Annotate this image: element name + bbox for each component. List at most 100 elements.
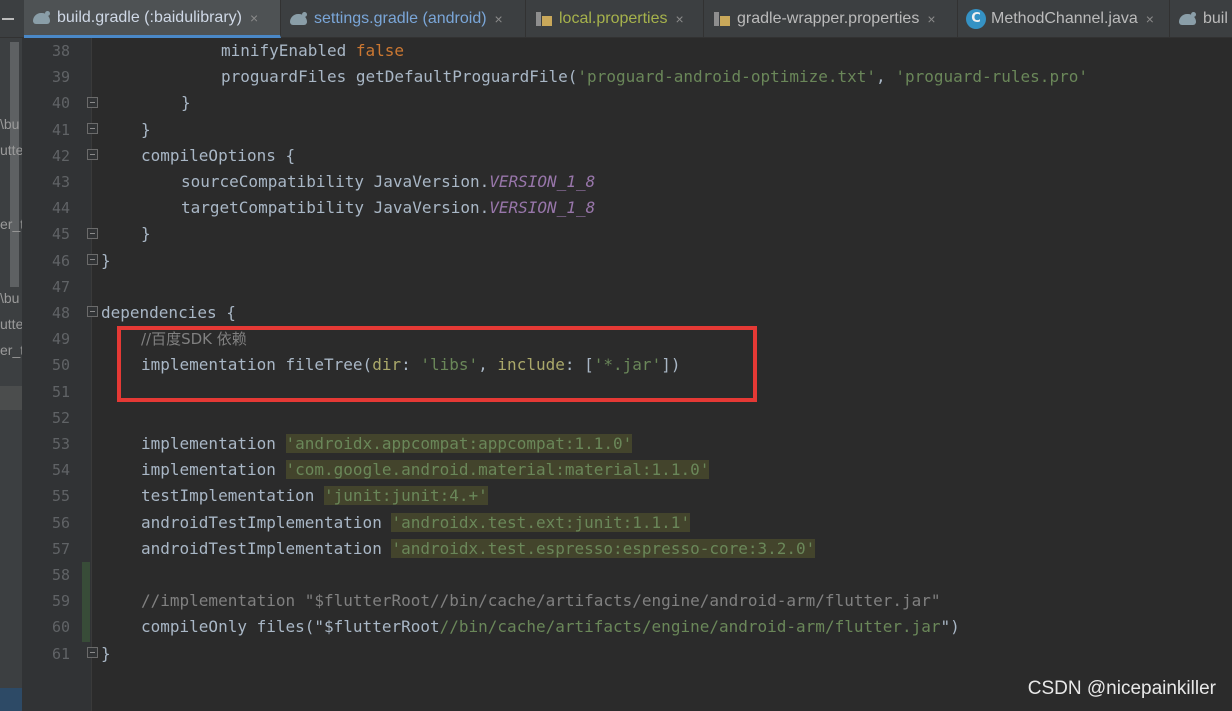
- code-line-60: compileOnly files("$flutterRoot//bin/cac…: [101, 614, 960, 640]
- code-token: ,: [876, 67, 896, 87]
- gradle-icon: [289, 9, 309, 29]
- code-token: 'junit:junit:4.+': [324, 486, 488, 506]
- panel-text-fragment: er_t: [0, 216, 22, 232]
- close-icon[interactable]: ×: [927, 11, 935, 27]
- code-token: androidTestImplementation: [141, 512, 392, 532]
- close-icon[interactable]: ×: [1146, 11, 1154, 27]
- code-line-46: }: [101, 250, 111, 270]
- line-number: 57: [51, 539, 70, 558]
- line-number: 46: [51, 251, 70, 270]
- panel-scrollbar[interactable]: [10, 42, 19, 287]
- editor-gutter[interactable]: 38 39 40 41 42 43 44 45 46 47 48 49 50 5…: [22, 38, 98, 711]
- line-number: 58: [51, 566, 70, 584]
- panel-status-strip: [0, 688, 22, 711]
- line-number: 50: [51, 356, 70, 375]
- line-number: 39: [51, 68, 70, 87]
- code-line-48: dependencies {: [101, 303, 236, 322]
- panel-text-fragment: \bu: [0, 290, 20, 306]
- tab-build-gradle-baidulibrary[interactable]: build.gradle (:baidulibrary) ×: [24, 0, 281, 38]
- code-line-56: androidTestImplementation 'androidx.test…: [101, 510, 691, 536]
- code-line-61: }: [101, 643, 111, 663]
- gradle-icon: [1178, 9, 1198, 29]
- code-token: proguardFiles getDefaultProguardFile(: [221, 67, 578, 87]
- code-line-53: implementation 'androidx.appcompat:appco…: [101, 431, 633, 457]
- panel-text-fragment: \bu: [0, 116, 20, 132]
- code-token: false: [355, 41, 405, 60]
- line-number: 47: [51, 277, 70, 296]
- code-token: "): [940, 617, 960, 637]
- code-token: 'com.google.android.material:material:1.…: [285, 460, 710, 480]
- tab-local-properties[interactable]: local.properties ×: [526, 0, 704, 38]
- tab-label: buil: [1203, 10, 1228, 27]
- code-line-55: testImplementation 'junit:junit:4.+': [101, 483, 488, 509]
- code-line-39: proguardFiles getDefaultProguardFile('pr…: [101, 64, 1088, 90]
- code-token: testImplementation: [141, 486, 325, 506]
- code-token: androidTestImplementation: [141, 538, 392, 558]
- code-line-40: }: [181, 93, 191, 113]
- code-token: 'androidx.appcompat:appcompat:1.1.0': [285, 434, 633, 453]
- close-icon[interactable]: ×: [676, 11, 684, 27]
- gradle-icon: [32, 8, 52, 28]
- code-token: VERSION_1_8: [489, 198, 596, 218]
- code-token: minifyEnabled: [221, 41, 356, 60]
- line-number: 44: [51, 199, 70, 218]
- code-token: targetCompatibility JavaVersion.: [181, 198, 490, 218]
- line-number: 40: [51, 94, 70, 113]
- panel-text-fragment: er_t: [0, 342, 22, 358]
- line-number: 38: [51, 42, 70, 60]
- code-token: VERSION_1_8: [489, 172, 596, 191]
- watermark-text: CSDN @nicepainkiller: [1027, 678, 1216, 699]
- properties-file-icon: [712, 9, 732, 29]
- tab-label: local.properties: [559, 10, 668, 27]
- code-line-57: androidTestImplementation 'androidx.test…: [101, 536, 816, 562]
- tab-label: build.gradle (:baidulibrary): [57, 8, 242, 26]
- panel-selected-row: [0, 386, 22, 410]
- properties-file-icon: [534, 9, 554, 29]
- tab-gradle-wrapper-properties[interactable]: gradle-wrapper.properties ×: [704, 0, 958, 38]
- code-line-54: implementation 'com.google.android.mater…: [101, 457, 710, 483]
- code-line-43: sourceCompatibility JavaVersion.VERSION_…: [101, 169, 595, 195]
- code-token: compileOnly files("$flutterRoot: [141, 617, 440, 637]
- editor-tab-bar: build.gradle (:baidulibrary) × settings.…: [0, 0, 1232, 38]
- code-token: 'proguard-rules.pro': [895, 67, 1088, 87]
- tab-label: settings.gradle (android): [314, 10, 487, 27]
- code-line-41: }: [141, 119, 151, 139]
- line-number: 59: [51, 592, 70, 611]
- tab-label: MethodChannel.java: [991, 10, 1138, 27]
- line-number: 41: [51, 120, 70, 139]
- tab-settings-gradle[interactable]: settings.gradle (android) ×: [281, 0, 526, 38]
- vcs-change-marker[interactable]: [82, 562, 90, 642]
- line-number: 54: [51, 461, 70, 480]
- line-number: 43: [51, 173, 70, 191]
- line-number: 55: [51, 487, 70, 506]
- line-number: 51: [51, 382, 70, 401]
- code-line-38: minifyEnabled false: [101, 38, 404, 64]
- code-token: 'proguard-android-optimize.txt': [577, 67, 877, 87]
- line-number: 45: [51, 225, 70, 244]
- line-number: 56: [51, 513, 70, 532]
- panel-text-fragment: utte: [0, 142, 22, 158]
- code-token: //bin/cache/artifacts/engine/android-arm…: [439, 617, 941, 637]
- project-panel-edge: \bu utte er_t \bu utte er_t: [0, 38, 22, 711]
- line-number: 61: [51, 644, 70, 663]
- panel-text-fragment: utte: [0, 316, 22, 332]
- tab-build-gradle-partial[interactable]: buil: [1170, 0, 1232, 38]
- code-line-42: compileOptions {: [141, 145, 296, 165]
- code-token: sourceCompatibility JavaVersion.: [181, 172, 490, 191]
- tab-methodchannel-java[interactable]: MethodChannel.java ×: [958, 0, 1170, 38]
- java-class-icon: [966, 9, 986, 29]
- line-number: 42: [51, 146, 70, 165]
- close-icon[interactable]: ×: [495, 11, 503, 27]
- code-token: implementation: [141, 460, 286, 480]
- code-token: 'androidx.test.espresso:espresso-core:3.…: [391, 538, 816, 558]
- line-number: 60: [51, 618, 70, 637]
- line-number: 49: [51, 330, 70, 349]
- code-line-45: }: [141, 224, 151, 244]
- close-icon[interactable]: ×: [250, 10, 258, 26]
- tab-label: gradle-wrapper.properties: [737, 10, 920, 27]
- line-number: 52: [51, 408, 70, 427]
- collapse-panel-icon[interactable]: [0, 0, 24, 38]
- code-line-44: targetCompatibility JavaVersion.VERSION_…: [101, 195, 595, 221]
- code-token: implementation: [141, 434, 286, 453]
- code-line-59: //implementation "$flutterRoot//bin/cach…: [141, 591, 941, 611]
